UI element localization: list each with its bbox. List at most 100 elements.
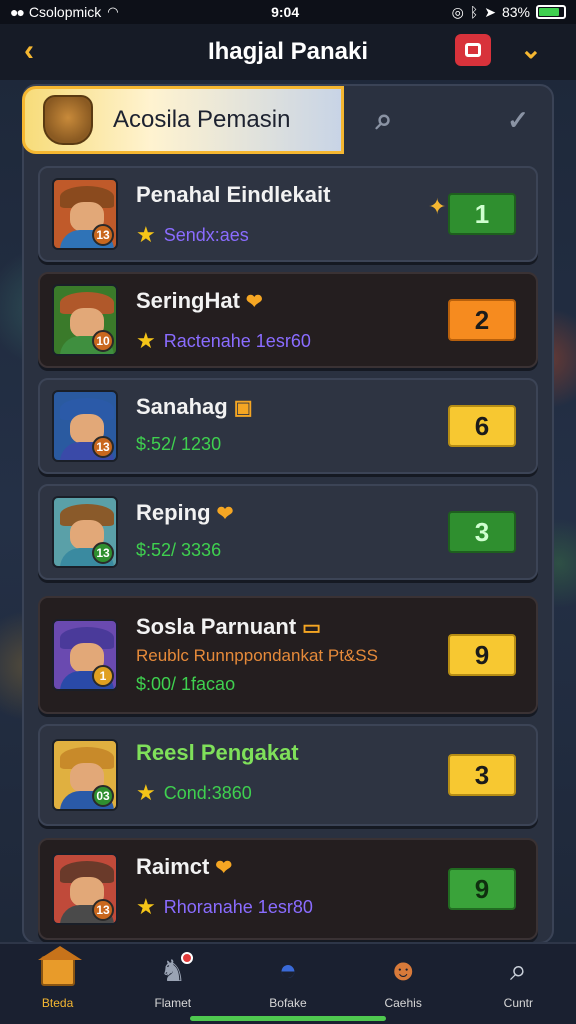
- page-title: Ihagjal Panaki: [207, 38, 369, 65]
- tab-active[interactable]: Acosila Pemasin: [22, 86, 344, 154]
- tab-active-label: Acosila Pemasin: [113, 106, 291, 133]
- player-name: Sosla Parnuant ▭: [136, 614, 321, 640]
- avatar: 13: [52, 178, 118, 250]
- nav-item-helmet[interactable]: ◓ Bofake: [243, 952, 333, 1010]
- app-header: ‹ Ihagjal Panaki ⌄: [0, 24, 576, 80]
- location-icon: ➤: [484, 3, 496, 20]
- player-stat-text: Ractenahe 1esr60: [163, 330, 311, 351]
- player-note: Reublc Runnppondankat Pt&SS: [136, 646, 378, 665]
- player-row[interactable]: 1 Sosla Parnuant ▭ Reublc Runnppondankat Pt…: [38, 596, 538, 714]
- player-row[interactable]: 13 Raimct ❤ ★ Rhoranahe 1esr80 9: [38, 838, 538, 940]
- player-stat-text: Rhoranahe 1esr80: [163, 896, 313, 917]
- nav-item-home[interactable]: Bteda: [13, 946, 103, 1010]
- level-badge: 13: [92, 542, 114, 564]
- level-badge: 13: [92, 436, 114, 458]
- check-tab[interactable]: ✓: [500, 102, 536, 138]
- nav-item-knight[interactable]: ♞ Flamet: [128, 952, 218, 1010]
- player-stats: $:52/ 1230: [136, 434, 221, 455]
- knight-icon: ♞: [153, 952, 193, 990]
- score-badge: 1: [448, 193, 516, 235]
- score-badge: 3: [448, 511, 516, 553]
- player-name-text: Penahal Eindlekait: [136, 182, 331, 207]
- heart-icon: ❤: [216, 503, 234, 525]
- search-icon: ⌕: [375, 103, 393, 136]
- nav-label: Flamet: [154, 996, 192, 1010]
- chevron-left-icon: ‹: [24, 34, 34, 67]
- player-stats: $:00/ 1facao: [136, 674, 235, 695]
- player-row[interactable]: 10 SeringHat ❤ ★ Ractenahe 1esr60 2: [38, 272, 538, 368]
- search-tab[interactable]: ⌕: [366, 102, 402, 138]
- check-icon: ✓: [507, 104, 529, 135]
- score-badge: 3: [448, 754, 516, 796]
- player-stat-text: Cond:3860: [163, 782, 252, 803]
- battery-percent: 83%: [501, 4, 530, 20]
- level-badge: 13: [92, 899, 114, 921]
- avatar: 13: [52, 390, 118, 462]
- back-button[interactable]: ‹: [24, 34, 34, 68]
- chevron-down-icon: ⌄: [520, 34, 542, 64]
- carrier-label: Csolopmick: [28, 4, 102, 20]
- clock: 9:04: [271, 4, 300, 20]
- player-stats: ★ Cond:3860: [136, 780, 252, 806]
- player-name: Reping ❤: [136, 500, 233, 526]
- player-row[interactable]: 03 Reesl Pengakat ★ Cond:3860 3: [38, 724, 538, 826]
- player-name-text: Reping: [136, 500, 211, 525]
- player-stat-text: $:00/ 1facao: [136, 674, 236, 694]
- player-name: Reesl Pengakat: [136, 740, 299, 766]
- helmet-icon: ◓: [278, 954, 298, 987]
- nav-label: Caehis: [384, 996, 422, 1010]
- heart-icon: ❤: [215, 857, 233, 879]
- tab-bar: Acosila Pemasin ⌕ ✓: [22, 84, 554, 156]
- star-icon: ★: [136, 222, 156, 247]
- player-name: Penahal Eindlekait: [136, 182, 330, 208]
- level-badge: 1: [92, 665, 114, 687]
- score-badge: 9: [448, 634, 516, 676]
- nav-item-search[interactable]: ⌕ Cuntr: [473, 952, 563, 1010]
- star-icon: ★: [136, 328, 156, 353]
- gem-icon: ✦: [428, 194, 447, 219]
- nav-label: Cuntr: [503, 996, 534, 1010]
- wifi-icon: ◠: [107, 4, 119, 19]
- record-button[interactable]: [455, 34, 491, 66]
- record-icon: [465, 43, 481, 57]
- star-icon: ★: [136, 894, 156, 919]
- dropdown-button[interactable]: ⌄: [520, 34, 542, 65]
- score-badge: 9: [448, 868, 516, 910]
- player-stat-text: Sendx:aes: [163, 224, 249, 245]
- hero-icon: ☻: [387, 954, 419, 987]
- avatar: 10: [52, 284, 118, 356]
- ticket-icon: ▭: [302, 617, 322, 639]
- star-icon: ★: [136, 780, 156, 805]
- nav-item-hero[interactable]: ☻ Caehis: [358, 952, 448, 1010]
- emblem-icon: [43, 95, 93, 145]
- avatar: 03: [52, 739, 118, 811]
- player-name-text: Sanahag: [136, 394, 228, 419]
- player-row[interactable]: 13 Sanahag ▣ $:52/ 1230 6: [38, 378, 538, 474]
- notification-dot: [180, 952, 193, 964]
- heart-icon: ❤: [245, 291, 263, 313]
- player-stats: ★ Rhoranahe 1esr80: [136, 894, 313, 920]
- signal-icon: ●●: [10, 4, 25, 20]
- bluetooth-icon: ᛒ: [469, 4, 479, 20]
- bottom-nav: Bteda ♞ Flamet ◓ Bofake ☻ Caehis ⌕ Cuntr: [0, 942, 576, 1024]
- nav-label: Bteda: [41, 996, 74, 1010]
- home-indicator: [190, 1016, 386, 1021]
- avatar: 13: [52, 496, 118, 568]
- level-badge: 03: [92, 785, 114, 807]
- player-row[interactable]: 13 Penahal Eindlekait ★ Sendx:aes ✦ 1: [38, 166, 538, 262]
- avatar: 1: [52, 619, 118, 691]
- player-name: Raimct ❤: [136, 854, 232, 880]
- player-name-text: Sosla Parnuant: [136, 614, 297, 639]
- player-name-text: Raimct: [136, 854, 210, 879]
- player-stats: ★ Ractenahe 1esr60: [136, 328, 311, 354]
- battery-icon: [535, 5, 566, 19]
- level-badge: 10: [92, 330, 114, 352]
- player-row[interactable]: 13 Reping ❤ $:52/ 3336 3: [38, 484, 538, 580]
- home-icon: [37, 946, 82, 990]
- player-name: Sanahag ▣: [136, 394, 253, 420]
- player-stat-text: $:52/ 3336: [136, 540, 222, 560]
- status-bar: ●● Csolopmick ◠ 9:04 ◎ ᛒ ➤ 83%: [0, 0, 576, 24]
- coin-icon: ▣: [233, 397, 253, 419]
- level-badge: 13: [92, 224, 114, 246]
- player-stats: ★ Sendx:aes: [136, 222, 249, 248]
